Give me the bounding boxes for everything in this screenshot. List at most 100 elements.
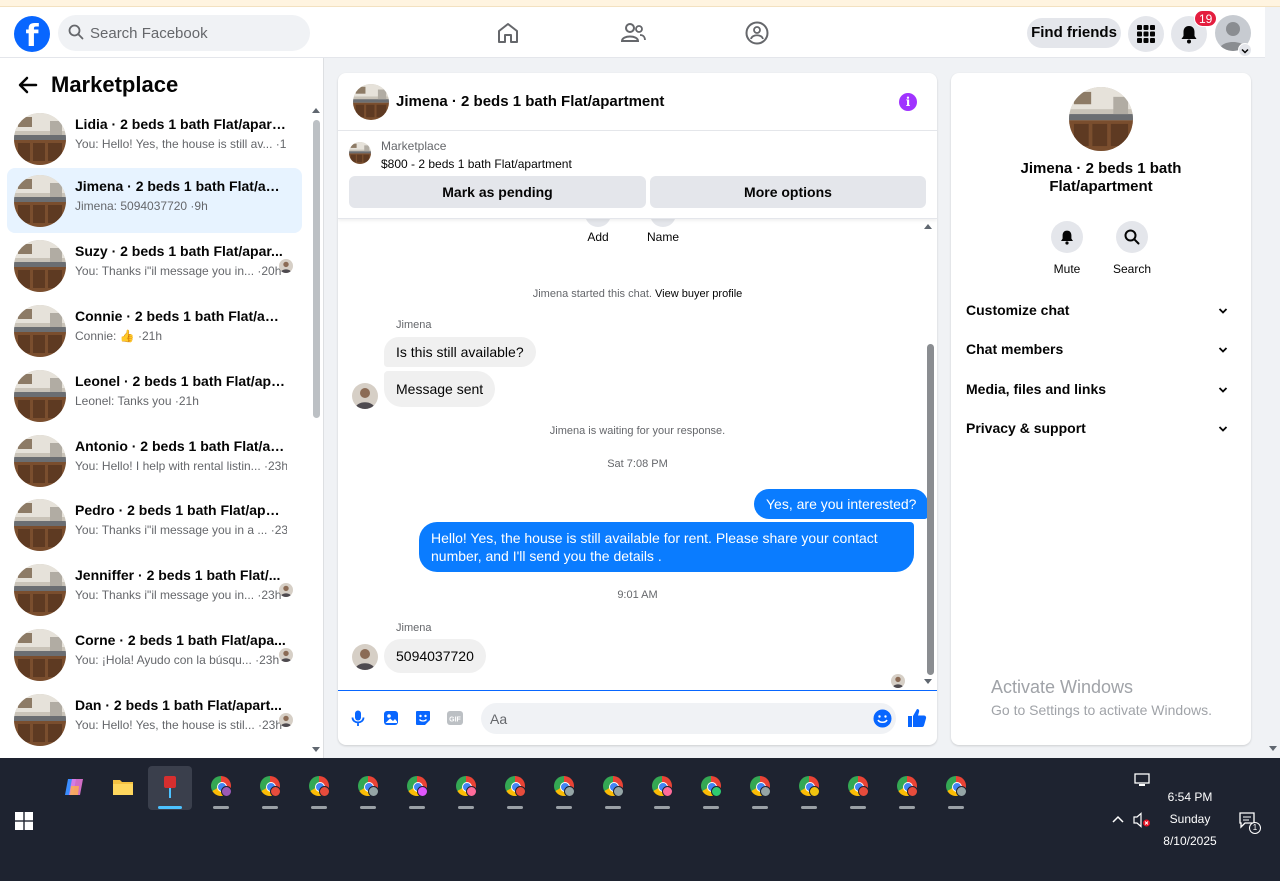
name-action[interactable]: Name [643, 219, 683, 244]
privacy-support-section[interactable]: Privacy & support [966, 420, 1236, 440]
section-label: Chat members [966, 341, 1064, 357]
friends-icon[interactable] [619, 19, 647, 47]
photo-icon[interactable] [382, 709, 400, 727]
home-icon[interactable] [494, 19, 522, 47]
chrome-window-button[interactable] [885, 766, 929, 810]
activate-windows-watermark: Activate Windows Go to Settings to activ… [991, 677, 1212, 718]
conversation-item[interactable]: Connie · 2 beds 1 bath Flat/apar... Conni… [7, 298, 302, 363]
scroll-down-arrow[interactable] [1269, 746, 1277, 751]
active-app[interactable] [148, 766, 192, 810]
listing-price[interactable]: $800 - 2 beds 1 bath Flat/apartment [381, 157, 572, 171]
gif-icon[interactable]: GIF [446, 709, 464, 727]
mute-button[interactable] [1051, 221, 1083, 253]
facebook-logo-icon[interactable]: f [14, 16, 50, 52]
chat-members-section[interactable]: Chat members [966, 341, 1236, 361]
sidebar-scroll-down-arrow[interactable] [312, 747, 320, 752]
chrome-window-button[interactable] [640, 766, 684, 810]
conversation-item[interactable]: Lidia · 2 beds 1 bath Flat/apartm... You:… [7, 106, 302, 171]
sidebar-scroll-thumb[interactable] [313, 120, 320, 418]
volume-muted-icon[interactable] [1132, 812, 1152, 828]
incoming-message[interactable]: Is this still available? [384, 337, 536, 367]
conversation-item[interactable]: Jenniffer · 2 beds 1 bath Flat/... You: T… [7, 557, 302, 622]
chrome-window-button[interactable] [591, 766, 635, 810]
conversation-item[interactable]: Corne · 2 beds 1 bath Flat/apa... You: ¡H… [7, 622, 302, 687]
chat-header: Jimena · 2 beds 1 bath Flat/apartment i [338, 73, 937, 131]
message-input[interactable] [490, 703, 860, 734]
sender-avatar[interactable] [352, 644, 378, 670]
mark-pending-button[interactable]: Mark as pending [349, 176, 646, 208]
conversation-item[interactable]: Antonio · 2 beds 1 bath Flat/apa... You: … [7, 428, 302, 493]
chat-title[interactable]: Jimena · 2 beds 1 bath Flat/apartment [396, 93, 664, 110]
profile-badge-icon [564, 786, 575, 797]
chrome-window-button[interactable] [444, 766, 488, 810]
clock-time[interactable]: 6:54 PM [1160, 790, 1220, 804]
find-friends-button[interactable]: Find friends [1027, 18, 1121, 48]
chrome-window-button[interactable] [542, 766, 586, 810]
search-input[interactable] [90, 15, 300, 51]
chrome-window-button[interactable] [787, 766, 831, 810]
facebook-header: f Find friends 19 [0, 7, 1265, 58]
info-icon[interactable]: i [899, 93, 917, 111]
chat-scroll-up-arrow[interactable] [924, 224, 932, 229]
microphone-icon[interactable] [349, 709, 367, 727]
menu-button[interactable] [1128, 16, 1164, 52]
outgoing-message[interactable]: Hello! Yes, the house is still available… [419, 522, 914, 572]
conversation-item[interactable]: Leonel · 2 beds 1 bath Flat/apart... Leon… [7, 363, 302, 428]
sticker-icon[interactable] [414, 709, 432, 727]
file-explorer-app[interactable] [101, 766, 145, 810]
waiting-notice: Jimena is waiting for your response. [549, 425, 726, 437]
chrome-window-button[interactable] [493, 766, 537, 810]
more-options-button[interactable]: More options [650, 176, 926, 208]
chrome-window-button[interactable] [395, 766, 439, 810]
chrome-window-button[interactable] [738, 766, 782, 810]
sidebar-scroll-up-arrow[interactable] [312, 108, 320, 113]
listing-small-thumbnail[interactable] [349, 142, 371, 164]
windows-start-icon[interactable] [15, 812, 33, 830]
chrome-window-button[interactable] [689, 766, 733, 810]
clock-day[interactable]: Sunday [1160, 812, 1220, 826]
listing-thumbnail[interactable] [353, 84, 389, 120]
open-indicator [556, 806, 572, 809]
conversation-item[interactable]: Dan · 2 beds 1 bath Flat/apart... You: He… [7, 687, 302, 752]
conversation-preview: You: Hello! I help with rental listin...… [75, 459, 287, 473]
back-arrow-icon[interactable] [18, 75, 38, 95]
mute-action[interactable]: Mute [1037, 221, 1097, 276]
listing-avatar[interactable] [1069, 87, 1133, 151]
search-action[interactable]: Search [1102, 221, 1162, 276]
composer-divider [338, 690, 937, 691]
copilot-app[interactable] [52, 766, 96, 810]
add-action[interactable]: Add [583, 219, 613, 244]
chrome-window-button[interactable] [346, 766, 390, 810]
incoming-message[interactable]: Message sent [384, 371, 496, 407]
media-files-links-section[interactable]: Media, files and links [966, 381, 1236, 401]
add-label: Add [587, 230, 609, 244]
conversation-item[interactable]: Jimena · 2 beds 1 bath Flat/apar... Jimen… [7, 168, 302, 233]
view-buyer-profile-link[interactable]: View buyer profile [655, 288, 742, 300]
message-composer[interactable] [481, 703, 896, 734]
open-indicator [703, 806, 719, 809]
account-chevron[interactable] [1238, 43, 1252, 57]
conversation-item[interactable]: Pedro · 2 beds 1 bath Flat/apart... You: … [7, 492, 302, 557]
customize-chat-section[interactable]: Customize chat [966, 302, 1236, 322]
page-scrollbar[interactable] [1265, 7, 1280, 758]
person-photo [279, 713, 293, 727]
conversation-item[interactable]: Suzy · 2 beds 1 bath Flat/apar... You: Th… [7, 233, 302, 298]
chrome-window-button[interactable] [297, 766, 341, 810]
emoji-icon[interactable] [873, 709, 892, 728]
chat-scroll-down-arrow[interactable] [924, 679, 932, 684]
chrome-window-button[interactable] [934, 766, 978, 810]
search-button[interactable] [1116, 221, 1148, 253]
chrome-window-button[interactable] [248, 766, 292, 810]
thumbs-up-icon[interactable] [906, 707, 928, 729]
outgoing-message[interactable]: Yes, are you interested? [754, 489, 929, 519]
groups-icon[interactable] [743, 19, 771, 47]
chevron-up-icon[interactable] [1111, 814, 1125, 824]
chrome-window-button[interactable] [836, 766, 880, 810]
sender-avatar[interactable] [352, 383, 378, 409]
clock-date[interactable]: 8/10/2025 [1155, 834, 1225, 848]
search-bar[interactable] [58, 15, 310, 51]
incoming-message[interactable]: 5094037720 [384, 639, 486, 673]
chrome-window-button[interactable] [199, 766, 243, 810]
chat-scroll-thumb[interactable] [927, 344, 934, 675]
network-icon[interactable] [1133, 772, 1151, 788]
